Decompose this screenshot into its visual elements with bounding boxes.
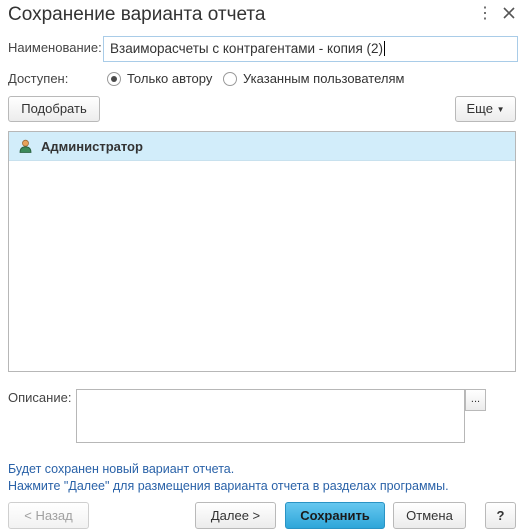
next-button[interactable]: Далее > [195, 502, 276, 529]
radio-author-only-label[interactable]: Только автору [127, 71, 212, 86]
user-name: Администратор [41, 139, 143, 154]
text-cursor [384, 41, 386, 56]
name-label: Наименование: [8, 40, 102, 55]
dialog-title: Сохранение варианта отчета [8, 4, 266, 25]
info-line-2: Нажмите "Далее" для размещения варианта … [8, 479, 449, 493]
description-select-button[interactable]: ... [465, 389, 486, 411]
back-button[interactable]: < Назад [8, 502, 89, 529]
description-label: Описание: [8, 390, 72, 405]
users-list[interactable]: Администратор [8, 131, 516, 372]
name-input-value: Взаиморасчеты с контрагентами - копия (2… [110, 41, 384, 56]
more-menu-button[interactable]: Еще ▼ [455, 96, 516, 122]
help-button[interactable]: ? [485, 502, 516, 529]
more-menu-label: Еще [466, 101, 493, 116]
name-input[interactable]: Взаиморасчеты с контрагентами - копия (2… [103, 36, 518, 62]
info-line-1: Будет сохранен новый вариант отчета. [8, 462, 235, 476]
cancel-button[interactable]: Отмена [393, 502, 466, 529]
save-button[interactable]: Сохранить [285, 502, 385, 529]
description-input[interactable] [76, 389, 465, 443]
radio-author-only[interactable] [107, 72, 121, 86]
available-label: Доступен: [8, 71, 69, 86]
user-icon [19, 139, 32, 153]
chevron-down-icon: ▼ [496, 105, 505, 114]
radio-specified-users[interactable] [223, 72, 237, 86]
pick-button[interactable]: Подобрать [8, 96, 100, 122]
list-item[interactable]: Администратор [9, 132, 515, 161]
close-icon[interactable] [500, 2, 518, 24]
radio-specified-users-label[interactable]: Указанным пользователям [243, 71, 404, 86]
more-actions-icon[interactable]: ⋮ [477, 4, 493, 24]
